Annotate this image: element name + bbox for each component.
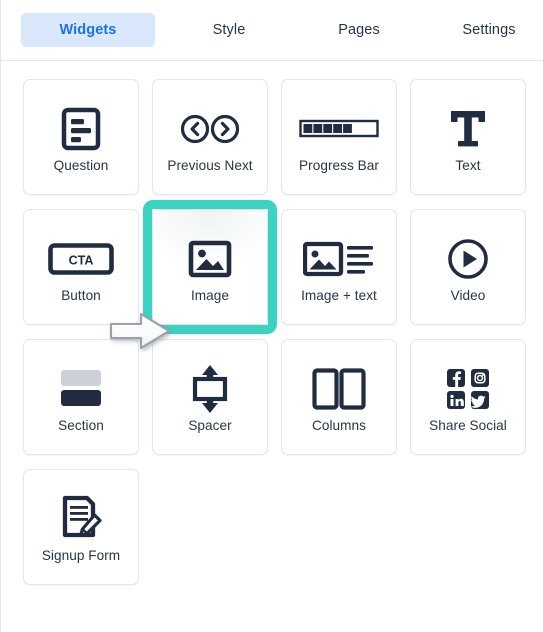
spacer-vertical-arrows-icon: [188, 361, 232, 417]
tab-settings[interactable]: Settings: [435, 13, 543, 47]
widgets-panel: Widgets Style Pages Settings Question Pr…: [0, 0, 543, 632]
widget-card-question[interactable]: Question: [23, 79, 139, 195]
widget-label: Image + text: [301, 287, 377, 303]
tab-bar: Widgets Style Pages Settings: [1, 0, 543, 61]
linkedin-icon: [447, 390, 465, 409]
tab-settings-label: Settings: [462, 22, 516, 38]
tab-pages-label: Pages: [338, 22, 380, 38]
widget-label: Spacer: [188, 417, 232, 433]
text-t-icon: [446, 101, 490, 157]
progress-bar-icon: [299, 101, 379, 157]
widget-label: Progress Bar: [299, 157, 379, 173]
widget-card-progress-bar[interactable]: Progress Bar: [281, 79, 397, 195]
cta-icon-text: CTA: [69, 253, 94, 267]
twitter-icon: [470, 390, 489, 409]
widget-card-image-plus-text[interactable]: Image + text: [281, 209, 397, 325]
widget-card-button[interactable]: CTA Button: [23, 209, 139, 325]
tab-style-label: Style: [212, 22, 246, 38]
columns-two-icon: [312, 361, 366, 417]
widget-label: Signup Form: [41, 547, 121, 563]
widget-card-columns[interactable]: Columns: [281, 339, 397, 455]
widget-label: Button: [61, 287, 101, 303]
signup-form-pencil-icon: [58, 491, 104, 547]
widget-card-previous-next[interactable]: Previous Next: [152, 79, 268, 195]
facebook-icon: [447, 368, 465, 387]
widget-card-image[interactable]: Image: [143, 200, 277, 334]
tab-pages[interactable]: Pages: [305, 13, 413, 47]
image-plus-text-icon: [303, 231, 375, 287]
cta-button-icon: CTA: [48, 231, 114, 287]
tab-widgets-label: Widgets: [59, 22, 117, 38]
widget-label: Video: [450, 287, 486, 303]
widget-label: Share Social: [429, 417, 507, 433]
widget-card-text[interactable]: Text: [410, 79, 526, 195]
widget-card-signup-form[interactable]: Signup Form: [23, 469, 139, 585]
tab-widgets[interactable]: Widgets: [21, 13, 155, 47]
previous-next-arrows-icon: [180, 101, 240, 157]
widget-card-share-social[interactable]: Share Social: [410, 339, 526, 455]
widget-card-section[interactable]: Section: [23, 339, 139, 455]
widget-card-video[interactable]: Video: [410, 209, 526, 325]
widget-label: Previous Next: [167, 157, 253, 173]
widget-card-spacer[interactable]: Spacer: [152, 339, 268, 455]
widget-label: Columns: [312, 417, 366, 433]
widget-grid: Question Previous Next Progress Bar Text…: [23, 79, 543, 585]
image-picture-icon: [188, 231, 232, 287]
question-document-icon: [60, 101, 102, 157]
widget-label: Question: [53, 157, 109, 173]
widget-label: Image: [190, 287, 230, 303]
widget-label: Text: [455, 157, 481, 173]
instagram-icon: [471, 368, 489, 387]
share-social-icons: [446, 361, 490, 417]
tab-style[interactable]: Style: [175, 13, 283, 47]
section-blocks-icon: [57, 361, 105, 417]
video-play-icon: [447, 231, 489, 287]
widget-grid-wrapper: Question Previous Next Progress Bar Text…: [1, 61, 543, 585]
widget-label: Section: [58, 417, 104, 433]
